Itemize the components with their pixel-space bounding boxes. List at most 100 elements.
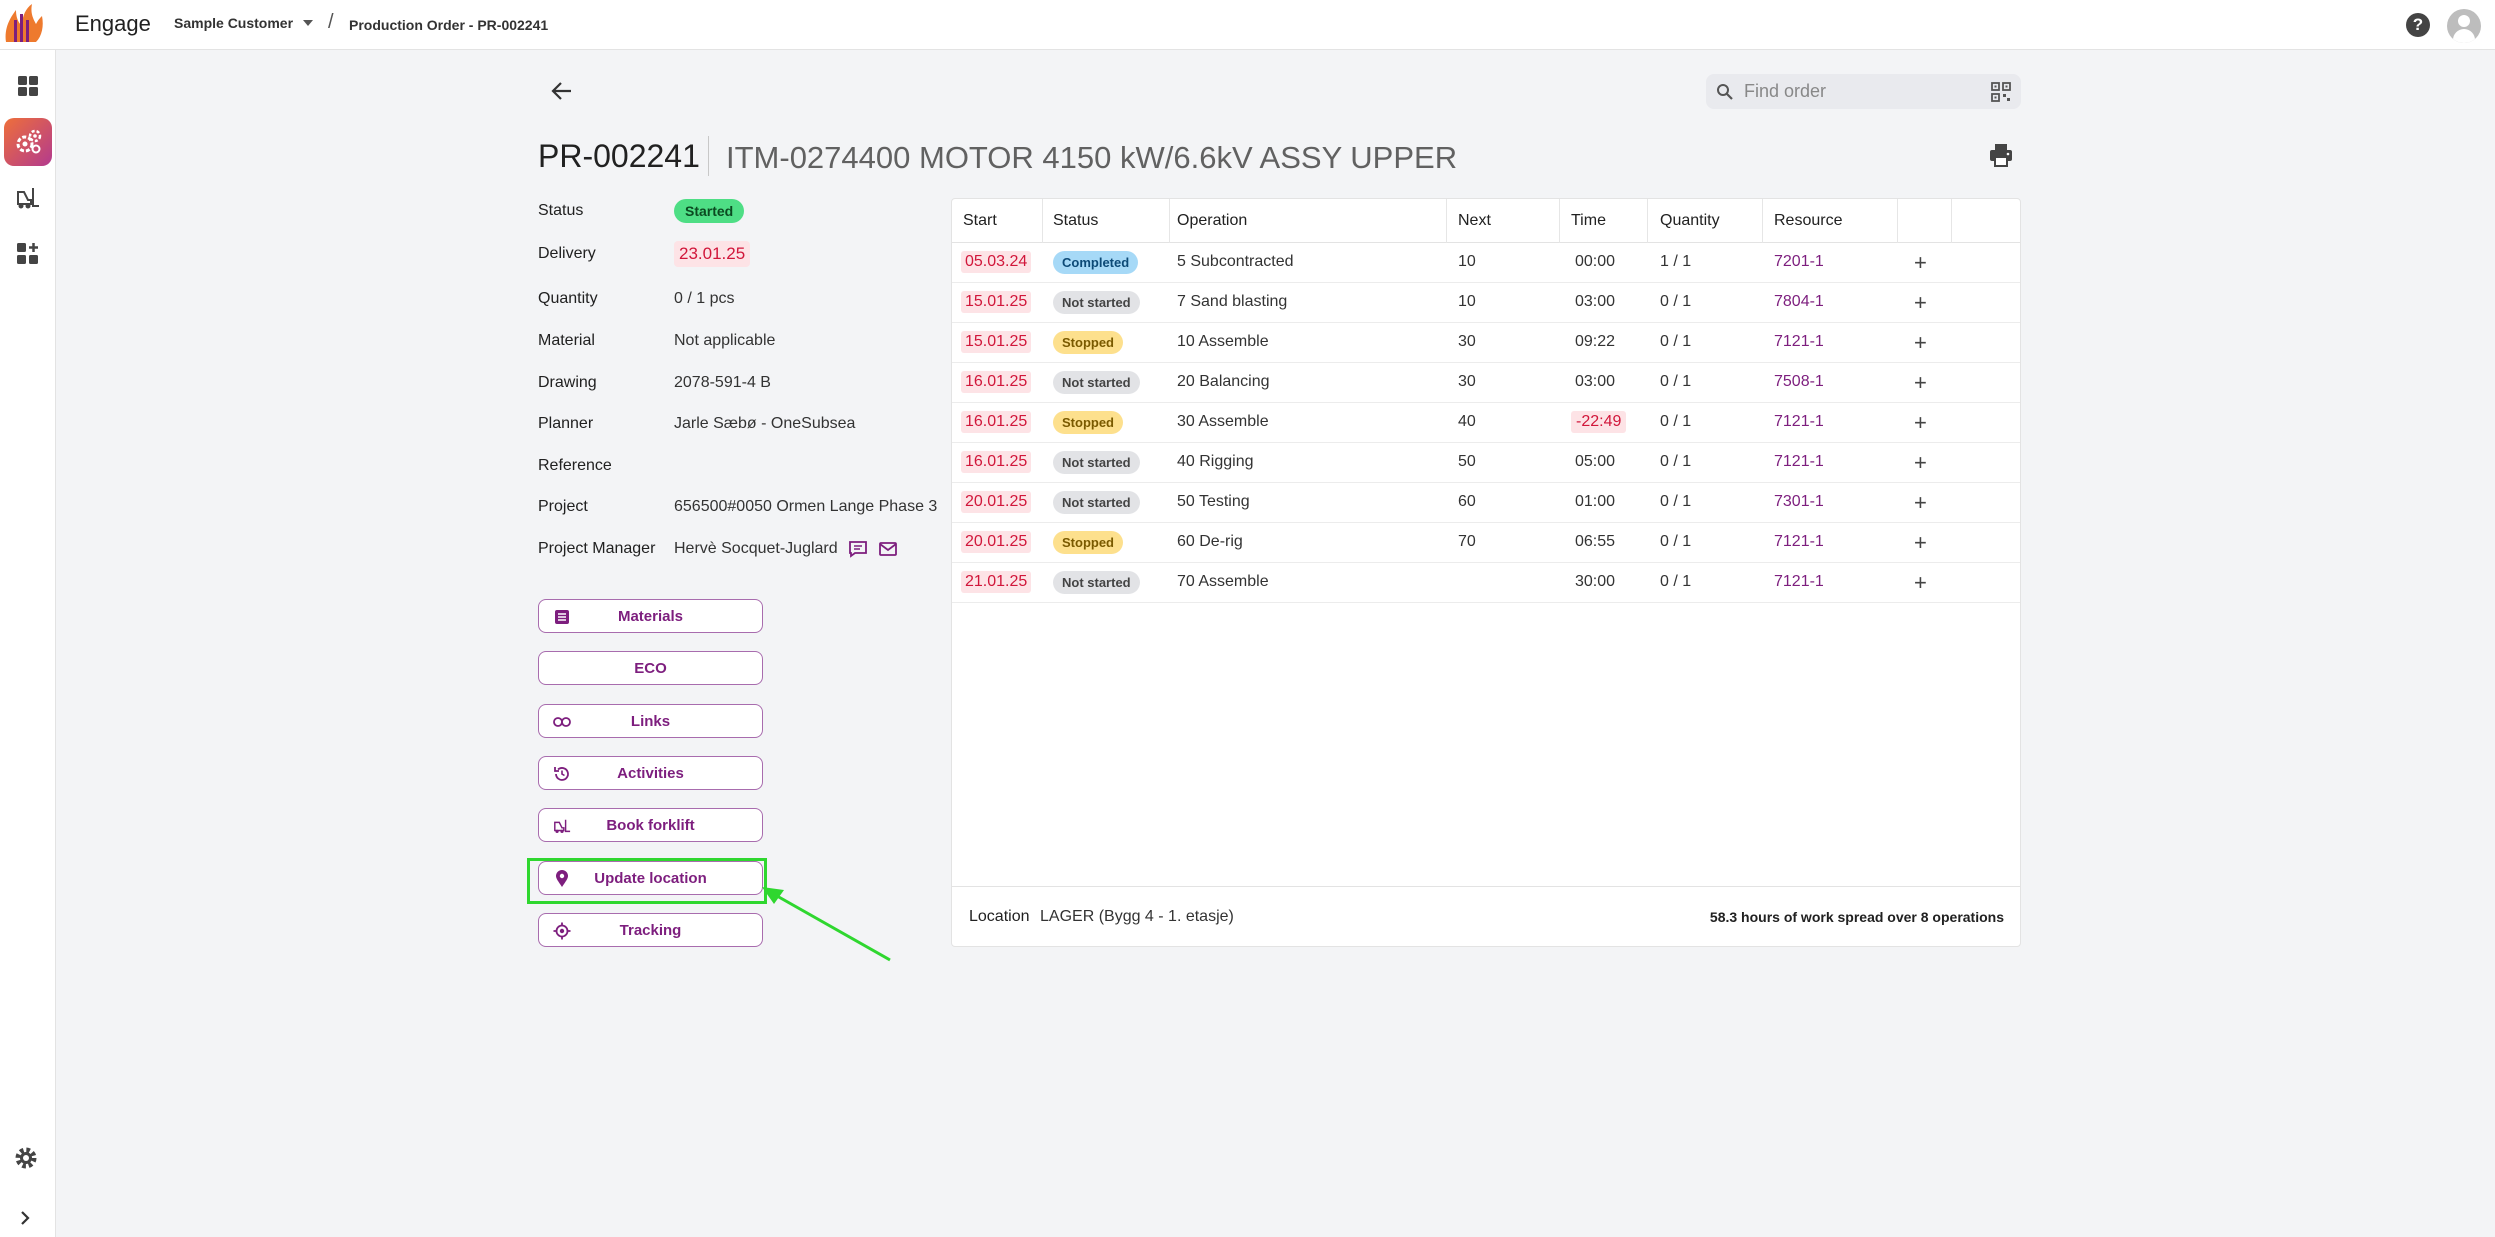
book-forklift-button-label: Book forklift <box>606 816 695 834</box>
activities-button[interactable]: Activities <box>538 756 763 790</box>
tracking-button[interactable]: Tracking <box>538 913 763 947</box>
engage-logo-icon[interactable] <box>0 2 46 48</box>
column-divider <box>1446 199 1447 243</box>
column-divider <box>1042 199 1043 243</box>
row-resource-link[interactable]: 7804-1 <box>1774 293 1824 311</box>
chevron-right-icon[interactable] <box>14 1207 36 1229</box>
sidebar-item-dashboard[interactable] <box>4 62 52 110</box>
row-quantity: 1 / 1 <box>1660 253 1692 270</box>
drawing-link[interactable]: 2078-591-4 B <box>674 374 771 392</box>
table-row[interactable]: 15.01.25 Stopped 10 Assemble 30 09:22 0 … <box>952 323 2020 363</box>
table-header: Start Status Operation Next Time Quantit… <box>952 199 2020 243</box>
row-resource-link[interactable]: 7121-1 <box>1774 573 1824 591</box>
add-icon[interactable]: + <box>1914 450 1927 476</box>
col-time[interactable]: Time <box>1571 212 1606 230</box>
table-row[interactable]: 16.01.25 Stopped 30 Assemble 40 -22:49 0… <box>952 403 2020 443</box>
settings-icon[interactable] <box>12 1144 40 1172</box>
row-quantity: 0 / 1 <box>1660 453 1692 470</box>
help-icon[interactable]: ? <box>2406 13 2430 37</box>
row-resource-link[interactable]: 7201-1 <box>1774 253 1824 271</box>
col-operation[interactable]: Operation <box>1177 212 1247 230</box>
material-value: Not applicable <box>674 332 776 349</box>
table-row[interactable]: 21.01.25 Not started 70 Assemble 30:00 0… <box>952 563 2020 603</box>
eco-button[interactable]: ECO <box>538 651 763 685</box>
qr-code-icon[interactable] <box>1991 81 2011 102</box>
back-arrow-icon[interactable] <box>549 78 575 104</box>
chevron-down-icon <box>303 20 314 26</box>
book-forklift-button[interactable]: Book forklift <box>538 808 763 842</box>
column-divider <box>1762 199 1763 243</box>
row-status-badge: Stopped <box>1053 411 1123 434</box>
table-row[interactable]: 20.01.25 Not started 50 Testing 60 01:00… <box>952 483 2020 523</box>
row-time: 01:00 <box>1575 493 1616 510</box>
row-time: 03:00 <box>1575 293 1616 310</box>
add-icon[interactable]: + <box>1914 410 1927 436</box>
add-icon[interactable]: + <box>1914 570 1927 596</box>
row-resource-link[interactable]: 7121-1 <box>1774 413 1824 431</box>
order-id: PR-002241 <box>538 138 700 174</box>
crosshair-icon <box>553 922 571 940</box>
column-divider <box>1647 199 1648 243</box>
sidebar-item-add-widget[interactable] <box>4 230 52 278</box>
col-status[interactable]: Status <box>1053 212 1098 230</box>
row-status-badge: Completed <box>1053 251 1139 274</box>
search-input[interactable] <box>1744 81 1991 102</box>
sidebar-item-production[interactable] <box>4 118 52 166</box>
row-operation: 60 De-rig <box>1177 533 1243 550</box>
sidebar-item-forklift[interactable] <box>4 174 52 222</box>
row-status-badge: Not started <box>1053 491 1140 514</box>
add-icon[interactable]: + <box>1914 490 1927 516</box>
order-search[interactable] <box>1706 74 2021 109</box>
add-icon[interactable]: + <box>1914 370 1927 396</box>
table-row[interactable]: 16.01.25 Not started 40 Rigging 50 05:00… <box>952 443 2020 483</box>
row-start-date: 15.01.25 <box>961 331 1032 353</box>
add-icon[interactable]: + <box>1914 530 1927 556</box>
col-quantity[interactable]: Quantity <box>1660 212 1720 230</box>
row-time: 03:00 <box>1575 373 1616 390</box>
customer-name: Sample Customer <box>174 15 294 31</box>
row-resource-link[interactable]: 7301-1 <box>1774 493 1824 511</box>
avatar-body <box>2453 29 2475 43</box>
forklift-icon <box>17 188 39 209</box>
materials-button[interactable]: Materials <box>538 599 763 633</box>
project-manager-value: Hervè Socquet-Juglard <box>674 540 838 557</box>
status-badge: Started <box>674 199 745 223</box>
row-operation: 40 Rigging <box>1177 453 1254 470</box>
mail-icon[interactable] <box>878 541 898 557</box>
row-time: 30:00 <box>1575 573 1616 590</box>
row-resource-link[interactable]: 7121-1 <box>1774 333 1824 351</box>
search-icon <box>1717 83 1733 100</box>
row-operation: 20 Balancing <box>1177 373 1270 390</box>
col-start[interactable]: Start <box>963 212 997 230</box>
list-icon <box>553 608 571 626</box>
row-time: 06:55 <box>1575 533 1616 550</box>
add-icon[interactable]: + <box>1914 250 1927 276</box>
table-row[interactable]: 15.01.25 Not started 7 Sand blasting 10 … <box>952 283 2020 323</box>
chat-icon[interactable] <box>848 540 868 558</box>
row-next: 30 <box>1458 373 1476 390</box>
col-next[interactable]: Next <box>1458 212 1491 230</box>
info-status: Status Started <box>538 197 745 225</box>
add-icon[interactable]: + <box>1914 290 1927 316</box>
customer-selector[interactable]: Sample Customer <box>174 15 314 31</box>
links-button-label: Links <box>630 712 671 730</box>
row-resource-link[interactable]: 7121-1 <box>1774 453 1824 471</box>
table-row[interactable]: 16.01.25 Not started 20 Balancing 30 03:… <box>952 363 2020 403</box>
breadcrumb: Production Order - PR-002241 <box>349 17 549 33</box>
col-resource[interactable]: Resource <box>1774 212 1842 230</box>
table-row[interactable]: 20.01.25 Stopped 60 De-rig 70 06:55 0 / … <box>952 523 2020 563</box>
row-quantity: 0 / 1 <box>1660 533 1692 550</box>
avatar[interactable] <box>2447 9 2481 43</box>
table-row[interactable]: 05.03.24 Completed 5 Subcontracted 10 00… <box>952 243 2020 283</box>
add-icon[interactable]: + <box>1914 330 1927 356</box>
info-delivery: Delivery 23.01.25 <box>538 240 751 268</box>
link-icon <box>553 713 571 731</box>
row-status-badge: Stopped <box>1053 531 1123 554</box>
row-resource-link[interactable]: 7508-1 <box>1774 373 1824 391</box>
row-next: 10 <box>1458 253 1476 270</box>
row-next: 70 <box>1458 533 1476 550</box>
row-resource-link[interactable]: 7121-1 <box>1774 533 1824 551</box>
print-icon[interactable] <box>1988 142 2014 168</box>
links-button[interactable]: Links <box>538 704 763 738</box>
row-status-badge: Not started <box>1053 371 1140 394</box>
